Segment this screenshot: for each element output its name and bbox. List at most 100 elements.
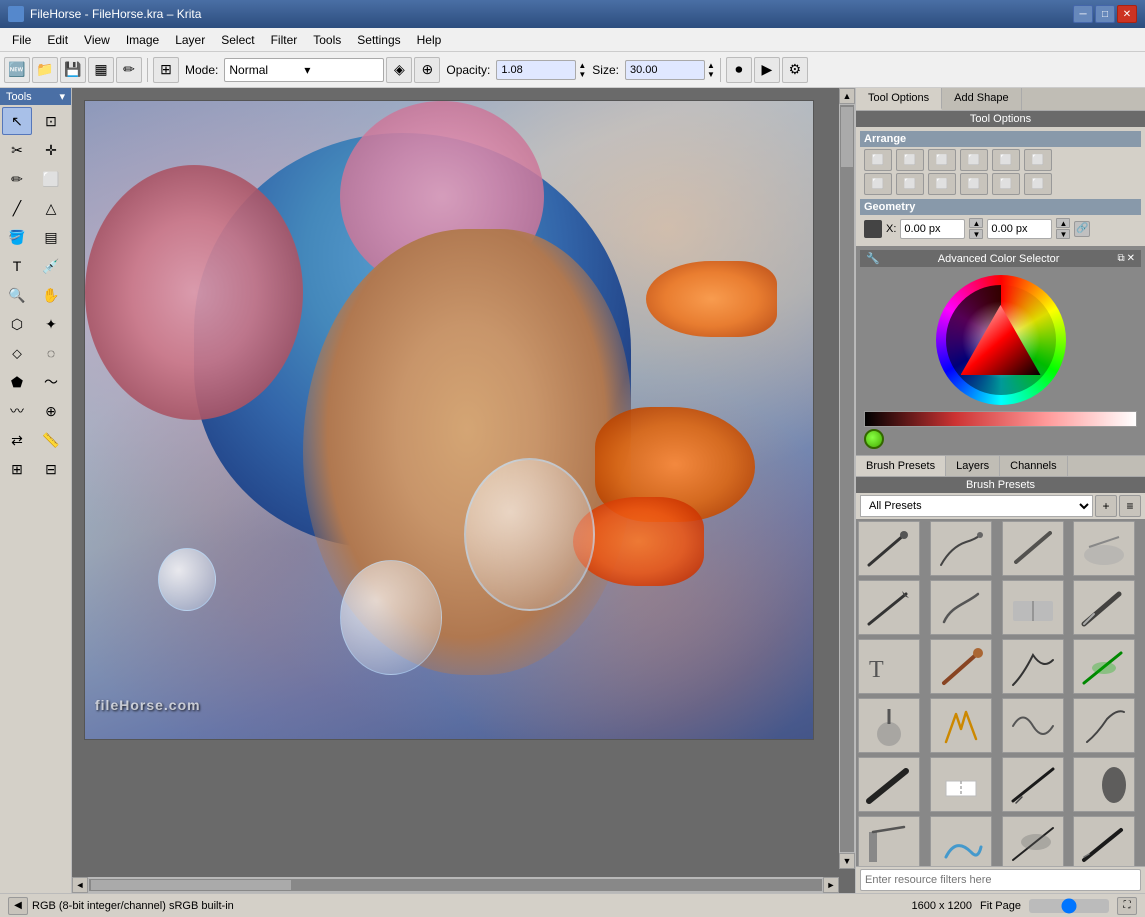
smart-patch-tool[interactable]: ✦: [36, 310, 66, 338]
maximize-button[interactable]: □: [1095, 5, 1115, 23]
arrange-extra-2[interactable]: ⬜: [1024, 173, 1052, 195]
freeform-tool[interactable]: 〰: [2, 397, 32, 425]
brush-settings-button[interactable]: ⊕: [414, 57, 440, 83]
play-button[interactable]: ▶: [754, 57, 780, 83]
tools-collapse-icon[interactable]: ▾: [59, 90, 65, 103]
select-tool[interactable]: ↖: [2, 107, 32, 135]
zoom-tool[interactable]: 🔍: [2, 281, 32, 309]
opacity-down[interactable]: ▼: [578, 70, 586, 79]
line-tool[interactable]: ╱: [2, 194, 32, 222]
align-center-h[interactable]: ⬜: [896, 149, 924, 171]
y-input[interactable]: [987, 219, 1052, 239]
scroll-up-button[interactable]: ▲: [839, 88, 855, 104]
color-triangle[interactable]: [961, 305, 1041, 375]
preset-add-button[interactable]: +: [1095, 495, 1117, 517]
brush-preset-24[interactable]: [1073, 816, 1135, 866]
brush-preset-9[interactable]: T: [858, 639, 920, 694]
distribute-v[interactable]: ⬜: [928, 173, 956, 195]
brush-preset-23[interactable]: [1002, 816, 1064, 866]
resource-filter-input[interactable]: [860, 869, 1141, 891]
menu-image[interactable]: Image: [118, 31, 167, 49]
vertical-scrollbar[interactable]: ▲ ▼: [839, 88, 855, 869]
brush-preset-19[interactable]: [1002, 757, 1064, 812]
x-up-button[interactable]: ▲: [969, 218, 983, 228]
shape-tool[interactable]: △: [36, 194, 66, 222]
zoom-slider[interactable]: [1029, 899, 1109, 913]
lasso-tool[interactable]: ◌: [36, 339, 66, 367]
move-tool[interactable]: ✛: [36, 136, 66, 164]
menu-file[interactable]: File: [4, 31, 39, 49]
canvas-image[interactable]: fileHorse.com: [84, 100, 814, 740]
menu-tools[interactable]: Tools: [305, 31, 349, 49]
align-right[interactable]: ⬜: [928, 149, 956, 171]
y-down-button[interactable]: ▼: [1056, 229, 1070, 239]
brush-preset-1[interactable]: [858, 521, 920, 576]
align-center-v[interactable]: ⬜: [992, 149, 1020, 171]
arrange-extra-1[interactable]: ⬜: [992, 173, 1020, 195]
menu-filter[interactable]: Filter: [263, 31, 306, 49]
y-up-button[interactable]: ▲: [1056, 218, 1070, 228]
tab-layers[interactable]: Layers: [946, 456, 1000, 476]
open-file-button[interactable]: 📁: [32, 57, 58, 83]
save-button[interactable]: 💾: [60, 57, 86, 83]
bezier-tool[interactable]: 〜: [36, 368, 66, 396]
green-color-indicator[interactable]: [864, 429, 884, 449]
brush-pattern-button[interactable]: ▦: [88, 57, 114, 83]
minimize-button[interactable]: ─: [1073, 5, 1093, 23]
brush-preset-13[interactable]: [858, 698, 920, 753]
magnetic-tool[interactable]: ⊕: [36, 397, 66, 425]
brush-preset-15[interactable]: [1002, 698, 1064, 753]
eraser-tool[interactable]: ⬜: [36, 165, 66, 193]
menu-edit[interactable]: Edit: [39, 31, 76, 49]
distribute-h[interactable]: ⬜: [864, 173, 892, 195]
opacity-option-button[interactable]: ◈: [386, 57, 412, 83]
brush-preset-5[interactable]: [858, 580, 920, 635]
freehand-brush[interactable]: ✏: [2, 165, 32, 193]
color-wrench-icon[interactable]: 🔧: [866, 252, 880, 265]
brush-preset-20[interactable]: [1073, 757, 1135, 812]
distribute-center-h[interactable]: ⬜: [896, 173, 924, 195]
menu-settings[interactable]: Settings: [349, 31, 408, 49]
brush-preset-21[interactable]: [858, 816, 920, 866]
color-selector-float-button[interactable]: ⧉: [1117, 253, 1124, 264]
gradient-tool[interactable]: ▤: [36, 223, 66, 251]
brush-preset-14[interactable]: [930, 698, 992, 753]
brush-preset-10[interactable]: [930, 639, 992, 694]
size-input[interactable]: [625, 60, 705, 80]
close-button[interactable]: ✕: [1117, 5, 1137, 23]
preset-dropdown[interactable]: All Presets: [860, 495, 1093, 517]
brush-preset-17[interactable]: [858, 757, 920, 812]
brush-preset-12[interactable]: [1073, 639, 1135, 694]
pan-tool[interactable]: ✋: [36, 281, 66, 309]
scroll-right-button[interactable]: ►: [823, 877, 839, 893]
text-tool[interactable]: T: [2, 252, 32, 280]
settings-button[interactable]: ⚙: [782, 57, 808, 83]
size-up[interactable]: ▲: [707, 61, 715, 70]
geometry-lock-button[interactable]: 🔗: [1074, 221, 1090, 237]
color-wheel[interactable]: [936, 275, 1066, 405]
opacity-input[interactable]: [496, 60, 576, 80]
brush-preset-3[interactable]: [1002, 521, 1064, 576]
guide-tool[interactable]: ⊟: [36, 455, 66, 483]
canvas-area[interactable]: fileHorse.com ▲ ▼ ◄ ►: [72, 88, 855, 893]
brush-preset-4[interactable]: [1073, 521, 1135, 576]
brush-preset-11[interactable]: [1002, 639, 1064, 694]
align-top[interactable]: ⬜: [960, 149, 988, 171]
align-bottom[interactable]: ⬜: [1024, 149, 1052, 171]
record-button[interactable]: ⏺: [726, 57, 752, 83]
brush-preset-7[interactable]: [1002, 580, 1064, 635]
x-down-button[interactable]: ▼: [969, 229, 983, 239]
transform-tool[interactable]: ⊡: [36, 107, 66, 135]
grid-button[interactable]: ⊞: [153, 57, 179, 83]
scroll-thumb[interactable]: [841, 107, 853, 167]
brush-tool-button[interactable]: ✏: [116, 57, 142, 83]
mode-dropdown[interactable]: Normal ▾: [224, 58, 384, 82]
brush-preset-8[interactable]: [1073, 580, 1135, 635]
fill-tool[interactable]: 🪣: [2, 223, 32, 251]
hscroll-thumb[interactable]: [91, 880, 291, 890]
mirror-tool[interactable]: ⇄: [2, 426, 32, 454]
color-brightness-bar[interactable]: [864, 411, 1137, 427]
preset-menu-button[interactable]: ≡: [1119, 495, 1141, 517]
horizontal-scrollbar[interactable]: ◄ ►: [72, 877, 839, 893]
tab-channels[interactable]: Channels: [1000, 456, 1067, 476]
